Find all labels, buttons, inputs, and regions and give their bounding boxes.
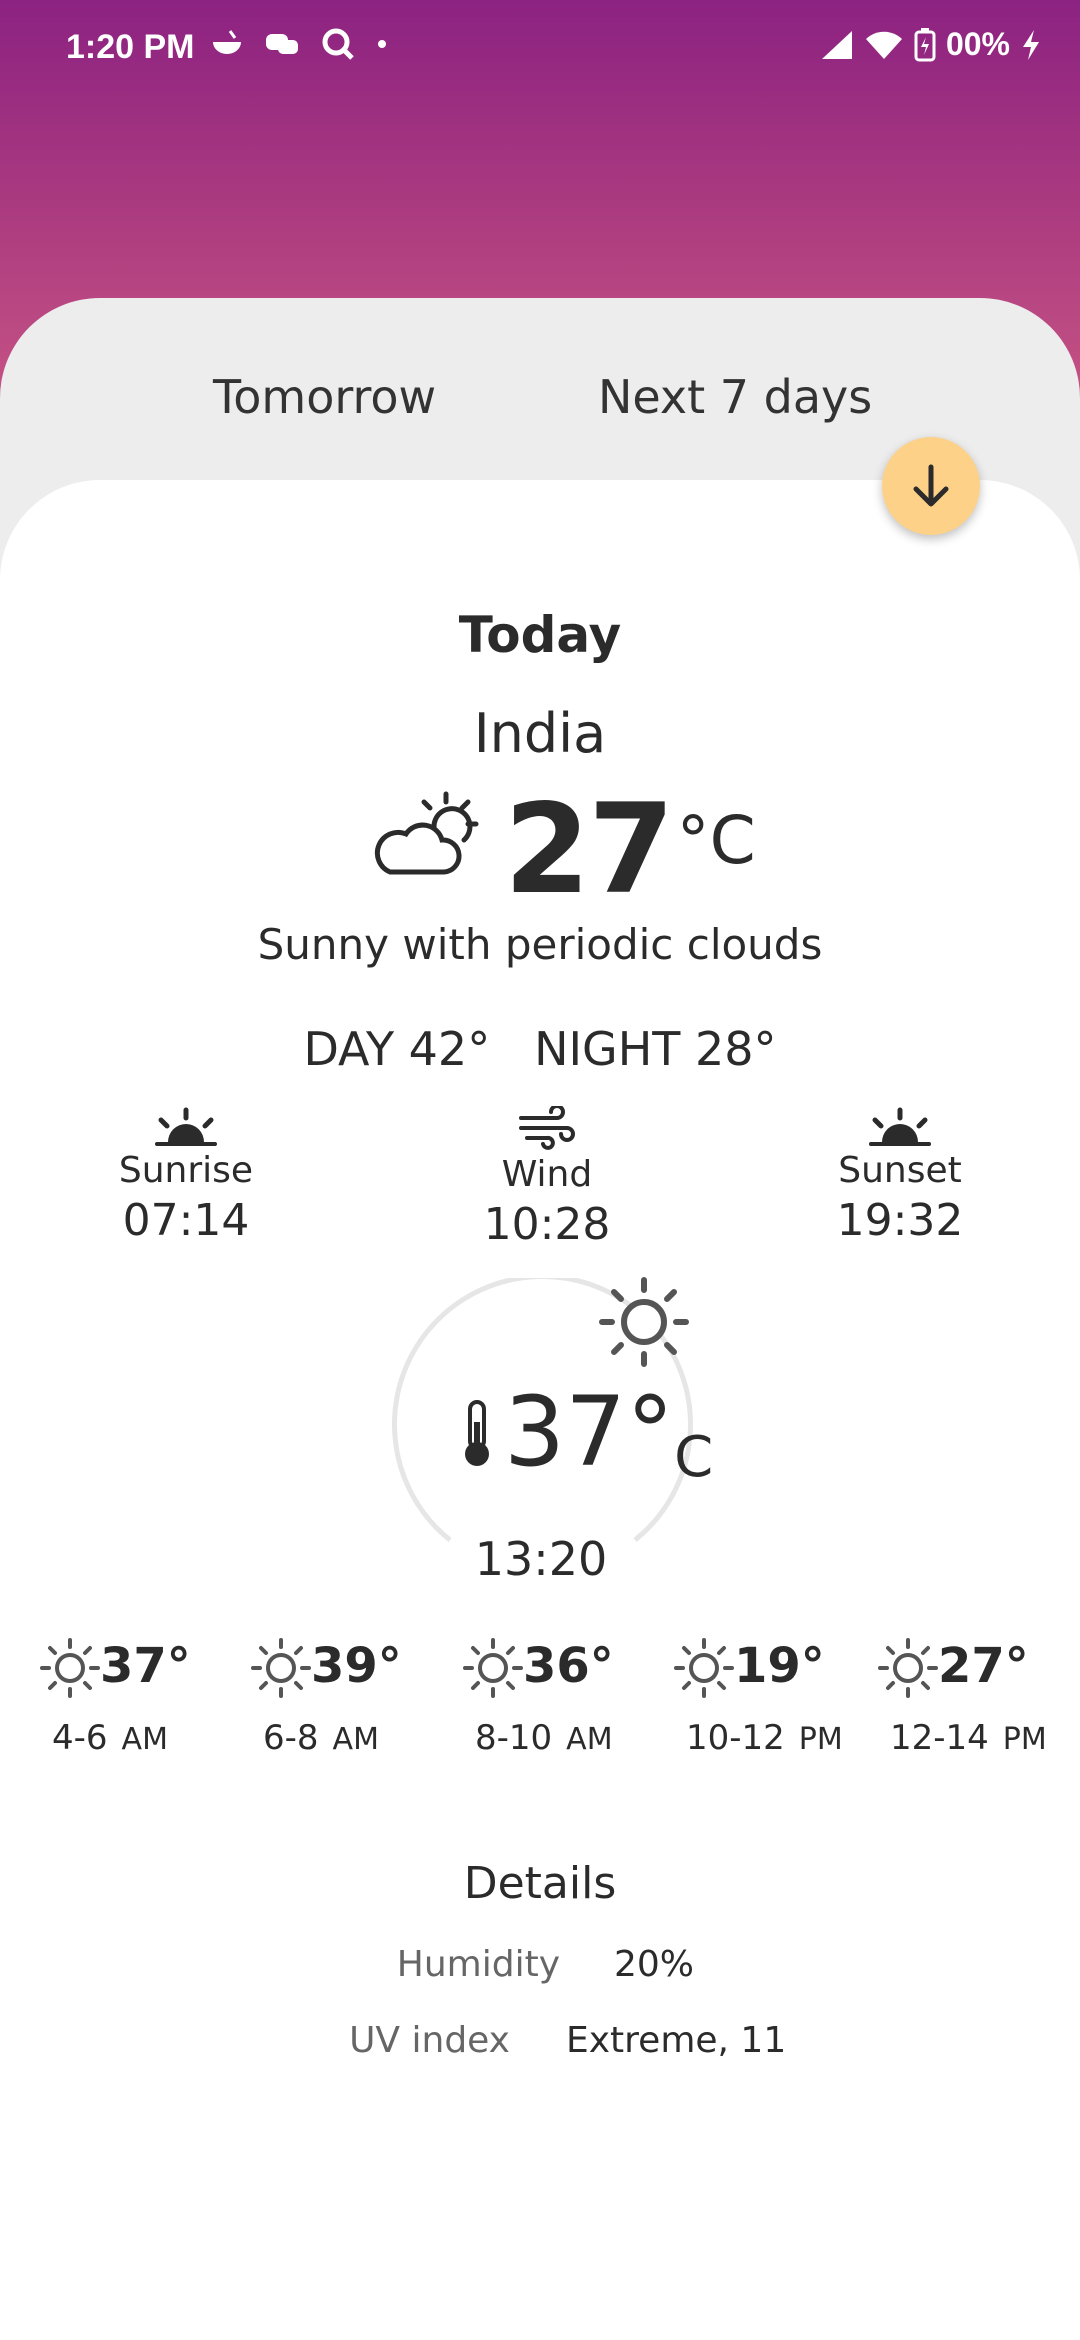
- chat-icon: [266, 34, 298, 54]
- notification-icons: [210, 26, 388, 62]
- current-temp-unit: C: [674, 1425, 714, 1490]
- hourly-temp: 36°: [523, 1638, 614, 1694]
- battery-icon: [914, 27, 936, 61]
- dot-icon: [378, 40, 386, 48]
- hourly-temp: 39°: [311, 1638, 402, 1694]
- hourly-range: 4-6: [52, 1718, 108, 1758]
- hourly-range: 8-10: [475, 1718, 553, 1758]
- humidity-label: Humidity: [396, 1944, 560, 1985]
- day-tabs: Tomorrow Next 7 days: [0, 370, 1080, 430]
- hourly-ampm: AM: [121, 1722, 168, 1757]
- system-icons: 00%: [820, 26, 1042, 63]
- sun-icon: [674, 1638, 734, 1698]
- weather-condition: Sunny with periodic clouds: [257, 920, 823, 969]
- partly-cloudy-icon: [374, 791, 479, 875]
- sunset-info: Sunset 19:32: [770, 1106, 1030, 1246]
- sunrise-icon: [155, 1107, 217, 1146]
- hourly-ampm: AM: [332, 1722, 379, 1757]
- hourly-temp: 19°: [734, 1638, 825, 1694]
- sunrise-info: Sunrise 07:14: [56, 1106, 316, 1246]
- current-reading: 37° C: [460, 1384, 713, 1506]
- details-heading: Details: [463, 1858, 617, 1909]
- hourly-item: 27° 12-14 PM: [876, 1636, 1047, 1758]
- current-temperature: 27 °C: [368, 788, 756, 918]
- sun-icon: [878, 1638, 938, 1698]
- arrow-down-icon: [913, 464, 949, 507]
- battery-percent: 00%: [945, 26, 1010, 62]
- charging-icon: [1023, 29, 1039, 60]
- sun-icon: [40, 1638, 100, 1698]
- temperature-unit: °C: [676, 802, 756, 879]
- hourly-ampm: PM: [798, 1722, 843, 1757]
- hourly-item: 36° 8-10 AM: [461, 1636, 621, 1758]
- today-title: Today: [458, 606, 622, 664]
- hourly-item: 39° 6-8 AM: [249, 1636, 409, 1758]
- tab-next-7-days[interactable]: Next 7 days: [598, 370, 872, 424]
- sunset-icon: [869, 1107, 931, 1146]
- sun-progress-dial: 37° C 13:20: [390, 1277, 713, 1608]
- wind-value: 10:28: [483, 1199, 611, 1250]
- hourly-range: 6-8: [263, 1718, 319, 1758]
- signal-icon: [821, 30, 852, 59]
- hourly-ampm: AM: [566, 1722, 613, 1757]
- sunset-label: Sunset: [838, 1150, 962, 1191]
- wind-label: Wind: [501, 1154, 593, 1195]
- hourly-temp: 37°: [100, 1638, 191, 1694]
- hourly-item: 19° 10-12 PM: [672, 1636, 843, 1758]
- sunrise-value: 07:14: [122, 1195, 250, 1246]
- uv-index-value: Extreme, 11: [566, 2020, 787, 2061]
- scroll-down-button[interactable]: [882, 437, 980, 535]
- sun-icon: [463, 1638, 523, 1698]
- wind-icon: [519, 1104, 575, 1150]
- wifi-icon: [865, 31, 902, 59]
- temperature-value: 27: [504, 778, 675, 922]
- hourly-ampm: PM: [1002, 1722, 1047, 1757]
- day-night-temps: DAY 42° NIGHT 28°: [303, 1022, 777, 1076]
- search-app-icon: [322, 28, 354, 60]
- location-name: India: [473, 702, 607, 765]
- status-bar: 1:20 PM 00%: [0, 0, 1080, 96]
- current-temp-value: 37°: [504, 1376, 675, 1488]
- status-time: 1:20 PM: [66, 28, 195, 66]
- current-time: 13:20: [474, 1532, 608, 1586]
- sun-icon: [599, 1277, 689, 1367]
- hourly-temp: 27°: [938, 1638, 1029, 1694]
- humidity-value: 20%: [614, 1944, 695, 1985]
- tab-tomorrow[interactable]: Tomorrow: [213, 370, 436, 424]
- sunrise-label: Sunrise: [118, 1150, 254, 1191]
- sun-icon: [251, 1638, 311, 1698]
- bowl-icon: [213, 30, 241, 54]
- uv-index-label: UV index: [349, 2020, 510, 2061]
- hourly-range: 10-12: [686, 1718, 785, 1758]
- wind-info: Wind 10:28: [417, 1104, 677, 1250]
- hourly-range: 12-14: [890, 1718, 989, 1758]
- thermometer-icon: [465, 1400, 489, 1466]
- hourly-item: 37° 4-6 AM: [38, 1636, 198, 1758]
- sunset-value: 19:32: [836, 1195, 964, 1246]
